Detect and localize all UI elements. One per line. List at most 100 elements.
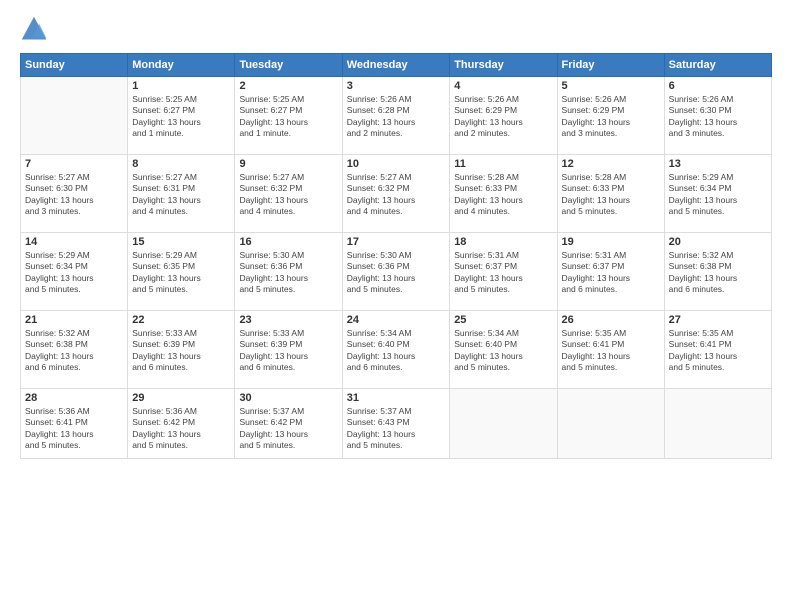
day-number: 31 xyxy=(347,392,445,404)
day-number: 21 xyxy=(25,314,123,326)
calendar-cell: 26Sunrise: 5:35 AM Sunset: 6:41 PM Dayli… xyxy=(557,311,664,389)
day-number: 15 xyxy=(132,236,230,248)
day-info: Sunrise: 5:35 AM Sunset: 6:41 PM Dayligh… xyxy=(669,328,767,374)
day-number: 18 xyxy=(454,236,552,248)
calendar-cell: 17 Sunrise: 5:30 AM Sunset: 6:36 PM Dayli… xyxy=(342,233,449,311)
day-number: 8 xyxy=(132,158,230,170)
day-number: 24 xyxy=(347,314,445,326)
calendar-cell: 14Sunrise: 5:29 AM Sunset: 6:34 PM Dayli… xyxy=(21,233,128,311)
day-number: 29 xyxy=(132,392,230,404)
calendar-cell xyxy=(664,389,771,459)
calendar-cell: 11 Sunrise: 5:28 AM Sunset: 6:33 PM Dayli… xyxy=(450,155,557,233)
day-number: 30 xyxy=(239,392,337,404)
calendar-cell: 9 Sunrise: 5:27 AM Sunset: 6:32 PM Daylig… xyxy=(235,155,342,233)
calendar-cell: 12 Sunrise: 5:28 AM Sunset: 6:33 PM Dayli… xyxy=(557,155,664,233)
day-number: 20 xyxy=(669,236,767,248)
day-number: 11 xyxy=(454,158,552,170)
calendar-cell: 22 Sunrise: 5:33 AM Sunset: 6:39 PM Dayli… xyxy=(128,311,235,389)
day-info: Sunrise: 5:31 AM Sunset: 6:37 PM Dayligh… xyxy=(454,250,552,296)
day-number: 23 xyxy=(239,314,337,326)
calendar-cell: 5 Sunrise: 5:26 AM Sunset: 6:29 PM Daylig… xyxy=(557,77,664,155)
day-info: Sunrise: 5:28 AM Sunset: 6:33 PM Dayligh… xyxy=(454,172,552,218)
day-info: Sunrise: 5:33 AM Sunset: 6:39 PM Dayligh… xyxy=(239,328,337,374)
calendar-header-monday: Monday xyxy=(128,54,235,77)
day-info: Sunrise: 5:29 AM Sunset: 6:35 PM Dayligh… xyxy=(132,250,230,296)
calendar-week-row: 28Sunrise: 5:36 AM Sunset: 6:41 PM Dayli… xyxy=(21,389,772,459)
day-info: Sunrise: 5:27 AM Sunset: 6:31 PM Dayligh… xyxy=(132,172,230,218)
calendar-header-tuesday: Tuesday xyxy=(235,54,342,77)
calendar-cell: 2Sunrise: 5:25 AM Sunset: 6:27 PM Daylig… xyxy=(235,77,342,155)
logo-icon xyxy=(20,15,48,43)
calendar-cell xyxy=(450,389,557,459)
day-number: 4 xyxy=(454,80,552,92)
calendar-cell: 3Sunrise: 5:26 AM Sunset: 6:28 PM Daylig… xyxy=(342,77,449,155)
calendar-week-row: 14Sunrise: 5:29 AM Sunset: 6:34 PM Dayli… xyxy=(21,233,772,311)
day-info: Sunrise: 5:27 AM Sunset: 6:32 PM Dayligh… xyxy=(347,172,445,218)
calendar-cell: 15 Sunrise: 5:29 AM Sunset: 6:35 PM Dayli… xyxy=(128,233,235,311)
calendar-cell: 27Sunrise: 5:35 AM Sunset: 6:41 PM Dayli… xyxy=(664,311,771,389)
calendar-header-wednesday: Wednesday xyxy=(342,54,449,77)
day-number: 1 xyxy=(132,80,230,92)
day-info: Sunrise: 5:28 AM Sunset: 6:33 PM Dayligh… xyxy=(562,172,660,218)
calendar-week-row: 7 Sunrise: 5:27 AM Sunset: 6:30 PM Daylig… xyxy=(21,155,772,233)
day-info: Sunrise: 5:34 AM Sunset: 6:40 PM Dayligh… xyxy=(454,328,552,374)
calendar-cell xyxy=(557,389,664,459)
day-info: Sunrise: 5:27 AM Sunset: 6:30 PM Dayligh… xyxy=(25,172,123,218)
day-info: Sunrise: 5:26 AM Sunset: 6:30 PM Dayligh… xyxy=(669,94,767,140)
day-info: Sunrise: 5:34 AM Sunset: 6:40 PM Dayligh… xyxy=(347,328,445,374)
calendar-week-row: 1 Sunrise: 5:25 AM Sunset: 6:27 PM Daylig… xyxy=(21,77,772,155)
calendar-cell: 18 Sunrise: 5:31 AM Sunset: 6:37 PM Dayli… xyxy=(450,233,557,311)
day-number: 22 xyxy=(132,314,230,326)
calendar-cell: 6 Sunrise: 5:26 AM Sunset: 6:30 PM Daylig… xyxy=(664,77,771,155)
day-info: Sunrise: 5:33 AM Sunset: 6:39 PM Dayligh… xyxy=(132,328,230,374)
calendar-cell xyxy=(21,77,128,155)
calendar-cell: 8 Sunrise: 5:27 AM Sunset: 6:31 PM Daylig… xyxy=(128,155,235,233)
calendar-header-saturday: Saturday xyxy=(664,54,771,77)
calendar-cell: 23 Sunrise: 5:33 AM Sunset: 6:39 PM Dayli… xyxy=(235,311,342,389)
calendar-cell: 16 Sunrise: 5:30 AM Sunset: 6:36 PM Dayli… xyxy=(235,233,342,311)
calendar-header-row: SundayMondayTuesdayWednesdayThursdayFrid… xyxy=(21,54,772,77)
day-number: 5 xyxy=(562,80,660,92)
calendar-cell: 4 Sunrise: 5:26 AM Sunset: 6:29 PM Daylig… xyxy=(450,77,557,155)
calendar-cell: 21Sunrise: 5:32 AM Sunset: 6:38 PM Dayli… xyxy=(21,311,128,389)
day-info: Sunrise: 5:32 AM Sunset: 6:38 PM Dayligh… xyxy=(669,250,767,296)
day-info: Sunrise: 5:35 AM Sunset: 6:41 PM Dayligh… xyxy=(562,328,660,374)
day-info: Sunrise: 5:25 AM Sunset: 6:27 PM Dayligh… xyxy=(132,94,230,140)
calendar-cell: 28Sunrise: 5:36 AM Sunset: 6:41 PM Dayli… xyxy=(21,389,128,459)
day-info: Sunrise: 5:30 AM Sunset: 6:36 PM Dayligh… xyxy=(239,250,337,296)
page: SundayMondayTuesdayWednesdayThursdayFrid… xyxy=(0,0,792,612)
calendar-cell: 29 Sunrise: 5:36 AM Sunset: 6:42 PM Dayli… xyxy=(128,389,235,459)
day-info: Sunrise: 5:26 AM Sunset: 6:28 PM Dayligh… xyxy=(347,94,445,140)
calendar-cell: 25Sunrise: 5:34 AM Sunset: 6:40 PM Dayli… xyxy=(450,311,557,389)
day-info: Sunrise: 5:29 AM Sunset: 6:34 PM Dayligh… xyxy=(669,172,767,218)
calendar-header-sunday: Sunday xyxy=(21,54,128,77)
calendar-header-thursday: Thursday xyxy=(450,54,557,77)
day-number: 28 xyxy=(25,392,123,404)
day-number: 17 xyxy=(347,236,445,248)
day-info: Sunrise: 5:26 AM Sunset: 6:29 PM Dayligh… xyxy=(562,94,660,140)
calendar-cell: 1 Sunrise: 5:25 AM Sunset: 6:27 PM Daylig… xyxy=(128,77,235,155)
day-info: Sunrise: 5:26 AM Sunset: 6:29 PM Dayligh… xyxy=(454,94,552,140)
day-number: 9 xyxy=(239,158,337,170)
day-number: 14 xyxy=(25,236,123,248)
day-number: 6 xyxy=(669,80,767,92)
day-info: Sunrise: 5:31 AM Sunset: 6:37 PM Dayligh… xyxy=(562,250,660,296)
calendar-cell: 20 Sunrise: 5:32 AM Sunset: 6:38 PM Dayli… xyxy=(664,233,771,311)
calendar-cell: 31Sunrise: 5:37 AM Sunset: 6:43 PM Dayli… xyxy=(342,389,449,459)
calendar-cell: 24 Sunrise: 5:34 AM Sunset: 6:40 PM Dayli… xyxy=(342,311,449,389)
day-number: 19 xyxy=(562,236,660,248)
day-number: 16 xyxy=(239,236,337,248)
calendar-cell: 19 Sunrise: 5:31 AM Sunset: 6:37 PM Dayli… xyxy=(557,233,664,311)
day-info: Sunrise: 5:30 AM Sunset: 6:36 PM Dayligh… xyxy=(347,250,445,296)
day-number: 2 xyxy=(239,80,337,92)
calendar-cell: 7 Sunrise: 5:27 AM Sunset: 6:30 PM Daylig… xyxy=(21,155,128,233)
day-info: Sunrise: 5:27 AM Sunset: 6:32 PM Dayligh… xyxy=(239,172,337,218)
calendar-header-friday: Friday xyxy=(557,54,664,77)
day-number: 12 xyxy=(562,158,660,170)
calendar-week-row: 21Sunrise: 5:32 AM Sunset: 6:38 PM Dayli… xyxy=(21,311,772,389)
header xyxy=(20,15,772,43)
day-info: Sunrise: 5:36 AM Sunset: 6:42 PM Dayligh… xyxy=(132,406,230,452)
day-number: 7 xyxy=(25,158,123,170)
logo xyxy=(20,15,52,43)
day-number: 13 xyxy=(669,158,767,170)
